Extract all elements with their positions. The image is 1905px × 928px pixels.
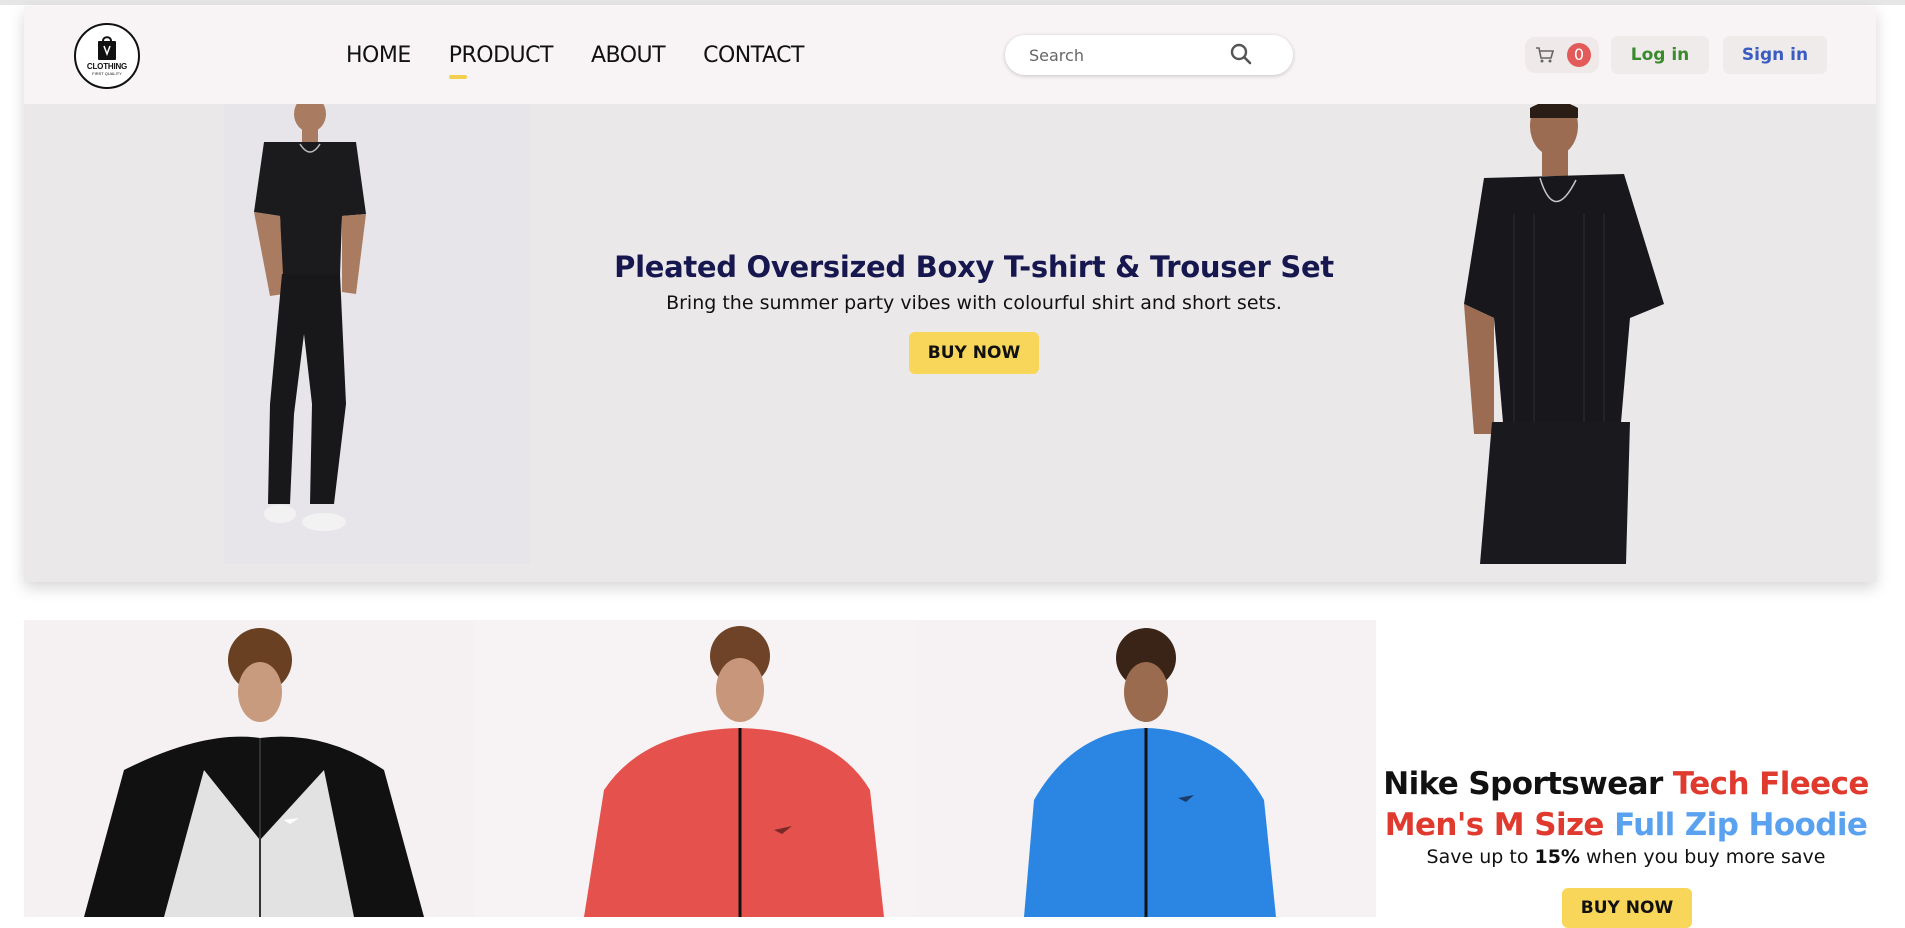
hero-section: CLOTHING FIRST QUALITY HOME PRODUCT ABOU… [24, 6, 1876, 582]
search-input[interactable] [1027, 44, 1227, 66]
signin-button[interactable]: Sign in [1723, 36, 1827, 74]
logo-text: CLOTHING [86, 62, 128, 71]
promo-buy-now-button[interactable]: BUY NOW [1562, 888, 1692, 928]
promo-sub-after: when you buy more save [1579, 846, 1826, 868]
logo[interactable]: CLOTHING FIRST QUALITY [74, 23, 140, 89]
nav-about[interactable]: ABOUT [591, 43, 666, 68]
cart-icon [1536, 47, 1555, 63]
hero-buy-now-button[interactable]: BUY NOW [909, 332, 1039, 374]
hero-model-image-left [224, 104, 530, 564]
promo-sub-before: Save up to [1426, 846, 1535, 868]
product-image-black-hoodie [84, 628, 424, 917]
product-image-red-hoodie [584, 626, 884, 917]
search-icon[interactable] [1230, 43, 1252, 65]
promo-panel: Nike Sportswear Tech Fleece Men's M Size… [1376, 620, 1876, 928]
hero-model-image-right [1464, 104, 1664, 564]
login-button[interactable]: Log in [1611, 36, 1709, 74]
product-image-blue-hoodie [1024, 628, 1276, 917]
cart-count-badge: 0 [1567, 43, 1591, 67]
hero-text-block: Pleated Oversized Boxy T-shirt & Trouser… [584, 250, 1364, 374]
promo-subtitle: Save up to 15% when you buy more save [1376, 846, 1876, 868]
promo-title-part3: Full Zip Hoodie [1614, 807, 1868, 843]
promo-title: Nike Sportswear Tech Fleece Men's M Size… [1376, 764, 1876, 846]
product-tile[interactable] [24, 620, 474, 917]
hero-subtitle: Bring the summer party vibes with colour… [666, 292, 1282, 314]
promo-sub-discount: 15% [1534, 846, 1580, 868]
promo-title-part1: Nike Sportswear [1383, 766, 1673, 802]
nav-home[interactable]: HOME [346, 43, 411, 68]
shopping-bag-icon [98, 36, 116, 60]
top-divider [0, 0, 1905, 5]
cart-button[interactable]: 0 [1525, 37, 1599, 73]
nav-product[interactable]: PRODUCT [448, 43, 553, 79]
product-strip: Nike Sportswear Tech Fleece Men's M Size… [24, 620, 1876, 928]
nav-contact[interactable]: CONTACT [703, 43, 804, 68]
hero-title: Pleated Oversized Boxy T-shirt & Trouser… [614, 250, 1334, 284]
navbar: CLOTHING FIRST QUALITY HOME PRODUCT ABOU… [24, 6, 1876, 104]
logo-subtext: FIRST QUALITY [92, 71, 122, 76]
product-tile[interactable] [914, 620, 1376, 917]
search-bar [1005, 35, 1293, 75]
main-nav: HOME PRODUCT ABOUT CONTACT [346, 43, 842, 79]
product-tile[interactable] [474, 620, 914, 917]
